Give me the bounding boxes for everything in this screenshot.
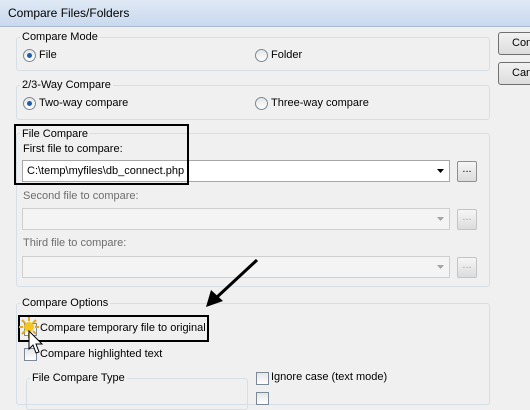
file-compare-type-label: File Compare Type bbox=[30, 372, 127, 384]
compare-options-label: Compare Options bbox=[20, 297, 111, 309]
annotation-arrow-icon bbox=[206, 258, 259, 307]
highlighted-text-checkbox-label[interactable]: Compare highlighted text bbox=[40, 348, 162, 360]
temp-file-highlight bbox=[18, 315, 209, 342]
radio-three-way-label[interactable]: Three-way compare bbox=[271, 97, 369, 109]
ignore-case-checkbox-label[interactable]: Ignore case (text mode) bbox=[271, 371, 387, 383]
third-file-browse-button[interactable]: ... bbox=[457, 257, 477, 278]
way-compare-label: 2/3-Way Compare bbox=[20, 79, 113, 91]
radio-folder[interactable] bbox=[255, 49, 268, 62]
radio-two-way[interactable] bbox=[23, 97, 36, 110]
window-title: Compare Files/Folders bbox=[8, 6, 130, 20]
compare-button[interactable]: Compare bbox=[498, 32, 530, 55]
chevron-down-icon[interactable] bbox=[432, 209, 449, 229]
file-compare-highlight bbox=[14, 124, 189, 185]
compare-mode-label: Compare Mode bbox=[20, 31, 100, 43]
cancel-button[interactable]: Cancel bbox=[498, 62, 530, 85]
chevron-down-icon[interactable] bbox=[432, 161, 449, 181]
first-file-browse-button[interactable]: ... bbox=[457, 161, 477, 182]
radio-two-way-label[interactable]: Two-way compare bbox=[39, 97, 128, 109]
option-checkbox-partial[interactable] bbox=[256, 392, 269, 405]
chevron-down-icon[interactable] bbox=[432, 257, 449, 277]
third-file-label: Third file to compare: bbox=[23, 237, 127, 249]
second-file-label: Second file to compare: bbox=[23, 190, 139, 202]
mouse-cursor-icon bbox=[28, 330, 44, 354]
second-file-combo[interactable] bbox=[22, 208, 450, 230]
radio-folder-label[interactable]: Folder bbox=[271, 49, 302, 61]
second-file-browse-button[interactable]: ... bbox=[457, 209, 477, 230]
title-bar: Compare Files/Folders bbox=[0, 0, 530, 27]
radio-file[interactable] bbox=[23, 49, 36, 62]
radio-three-way[interactable] bbox=[255, 97, 268, 110]
ignore-case-checkbox[interactable] bbox=[256, 372, 269, 385]
radio-file-label[interactable]: File bbox=[39, 49, 57, 61]
